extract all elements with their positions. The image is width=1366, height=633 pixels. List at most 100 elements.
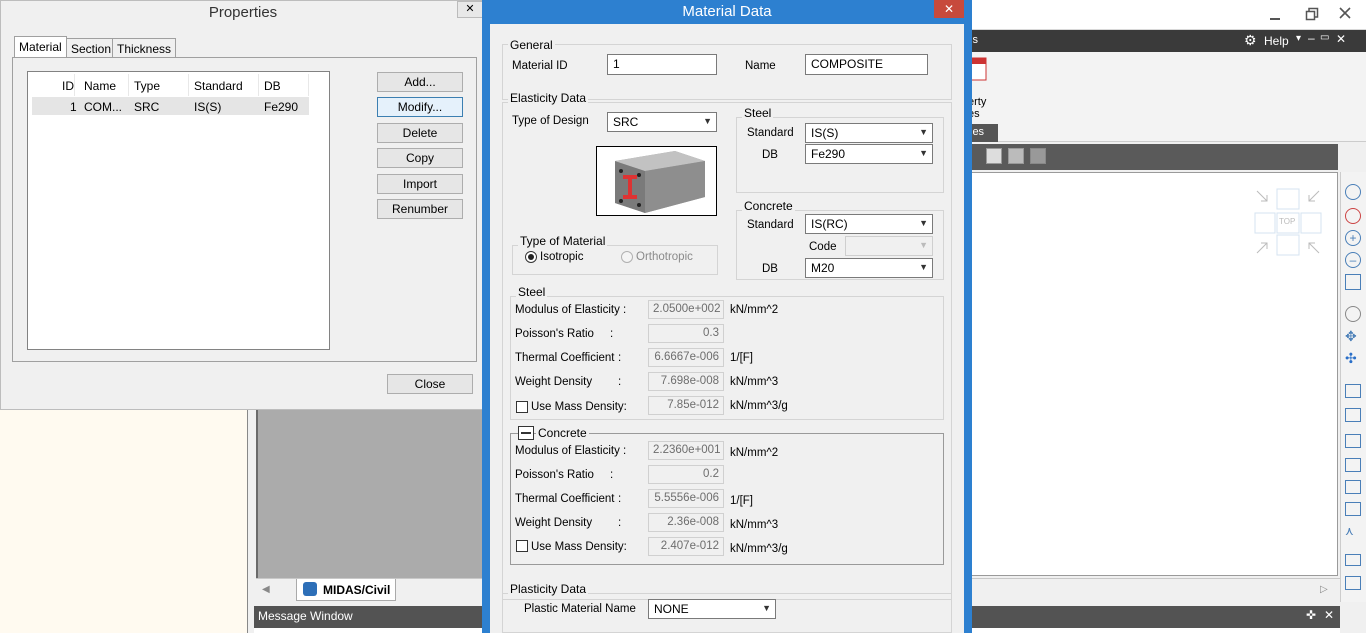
close-icon[interactable]: ✕ [934,0,964,18]
steel-poisson-colon: : [610,328,614,340]
ribbon-restore-icon[interactable]: ▭ [1320,32,1329,43]
gear-icon[interactable]: ⚙ [1244,32,1257,49]
steel-use-mass-checkbox[interactable] [516,401,528,413]
close-icon[interactable]: ✕ [457,1,483,18]
iso-view-icon[interactable] [1345,434,1361,448]
concrete-thermal-colon: : [618,493,622,505]
steel-weight-colon: : [618,376,622,388]
pin-icon[interactable]: ✜ [1306,608,1316,622]
chevron-down-icon: ▼ [919,262,928,272]
ribbon-close-icon[interactable]: ✕ [1336,32,1346,46]
chevron-down-icon: ▼ [919,240,928,250]
steel-standard-group-title: Steel [742,106,774,120]
model-view[interactable]: TOP [966,172,1338,576]
material-data-dialog: Material Data ✕ General Material ID 1 Na… [482,0,972,633]
column-header-id[interactable]: ID [62,79,74,93]
material-id-field[interactable]: 1 [607,54,717,75]
concrete-db-value: M20 [811,261,835,275]
zoom-fit-icon[interactable] [1345,274,1361,290]
column-header-standard[interactable]: Standard [194,79,243,93]
renumber-button[interactable]: Renumber [377,199,463,219]
message-close-icon[interactable]: ✕ [1324,608,1334,622]
table-row[interactable]: 1 COM... SRC IS(S) Fe290 [32,97,309,115]
tab-material[interactable]: Material [14,36,67,58]
ribbon-menu-bar: ls ⚙ Help ▾ – ▭ ✕ [966,30,1366,52]
close-button[interactable]: Close [387,374,473,394]
orthotropic-radio[interactable] [621,251,633,263]
rotate-icon[interactable]: ✣ [1345,350,1361,366]
ribbon-panel: erty es les [966,52,1366,142]
import-button[interactable]: Import [377,174,463,194]
steel-db-select[interactable]: Fe290 ▼ [805,144,933,164]
design-type-select[interactable]: SRC ▼ [607,112,717,132]
concrete-code-select[interactable]: ▼ [845,236,933,256]
steel-thermal-value: 6.6667e-006 [648,348,724,367]
concrete-collapse-icon[interactable] [518,426,534,440]
table-header: ID Name Type Standard DB [28,72,329,96]
copy-button[interactable]: Copy [377,148,463,168]
concrete-thermal-value: 5.5556e-006 [648,489,724,508]
ribbon-minimize-icon[interactable]: – [1308,31,1315,45]
cell-id: 1 [70,100,77,114]
help-menu[interactable]: Help [1264,34,1289,48]
redraw-icon[interactable] [1345,384,1361,398]
plastic-material-select[interactable]: NONE ▼ [648,599,776,619]
column-header-db[interactable]: DB [264,79,281,93]
column-header-type[interactable]: Type [134,79,160,93]
scroll-right-icon[interactable]: ▷ [1320,584,1328,595]
isotropic-radio[interactable] [525,251,537,263]
minimize-icon[interactable] [1268,8,1282,25]
snapshot-icon[interactable] [986,148,1002,164]
concrete-standard-group-title: Concrete [742,199,795,213]
restore-icon[interactable] [1305,7,1319,24]
modify-button[interactable]: Modify... [377,97,463,117]
view-cube[interactable]: TOP [1253,187,1325,259]
steel-weight-label: Weight Density [515,376,593,388]
concrete-use-mass-checkbox[interactable] [516,540,528,552]
concrete-weight-colon: : [618,517,622,529]
unlock-icon[interactable] [1030,148,1046,164]
dynamic-zoom-icon[interactable] [1345,306,1361,322]
chevron-down-icon: ▼ [919,218,928,228]
scroll-left-icon[interactable]: ◀ [262,584,270,595]
capture-icon[interactable] [1345,554,1361,566]
top-view-icon[interactable] [1345,458,1361,472]
add-button[interactable]: Add... [377,72,463,92]
concrete-use-mass-label: Use Mass Density: [531,541,627,553]
view-toolbar [966,144,1338,170]
concrete-thermal-unit: 1/[F] [730,495,754,507]
axis-view-icon[interactable]: ⋏ [1345,524,1361,538]
tab-midas-civil[interactable]: MIDAS/Civil [296,579,396,601]
front-view-icon[interactable] [1345,480,1361,494]
concrete-db-select[interactable]: M20 ▼ [805,258,933,278]
tab-thickness[interactable]: Thickness [112,38,177,58]
steel-mass-unit: kN/mm^3/g [730,400,788,412]
pan-icon[interactable]: ✥ [1345,328,1361,344]
cell-name: COM... [84,100,122,114]
concrete-standard-label: Standard [747,219,794,231]
tab-label: MIDAS/Civil [323,583,391,597]
zoom-in-icon[interactable]: + [1345,230,1361,246]
src-section-image [596,146,717,216]
app-close-icon[interactable] [1338,6,1352,23]
export-view-icon[interactable] [1345,576,1361,590]
name-label: Name [745,60,776,72]
column-header-name[interactable]: Name [84,79,116,93]
zoom-out-icon[interactable]: – [1345,252,1361,268]
plastic-material-label: Plastic Material Name [524,603,636,615]
zoom-previous-icon[interactable] [1345,208,1361,224]
steel-standard-label: Standard [747,127,794,139]
concrete-standard-select[interactable]: IS(RC) ▼ [805,214,933,234]
type-of-material-title: Type of Material [518,234,608,248]
name-field[interactable]: COMPOSITE [805,54,928,75]
view-cube-top-label: TOP [1279,217,1296,226]
cell-type: SRC [134,100,160,114]
lock-icon[interactable] [1008,148,1024,164]
dialog-body: General Material ID 1 Name COMPOSITE Ela… [490,24,964,633]
right-view-icon[interactable] [1345,502,1361,516]
delete-button[interactable]: Delete [377,123,463,143]
tab-section[interactable]: Section [66,38,117,58]
initial-view-icon[interactable] [1345,408,1361,422]
zoom-window-icon[interactable] [1345,184,1361,200]
steel-standard-select[interactable]: IS(S) ▼ [805,123,933,143]
